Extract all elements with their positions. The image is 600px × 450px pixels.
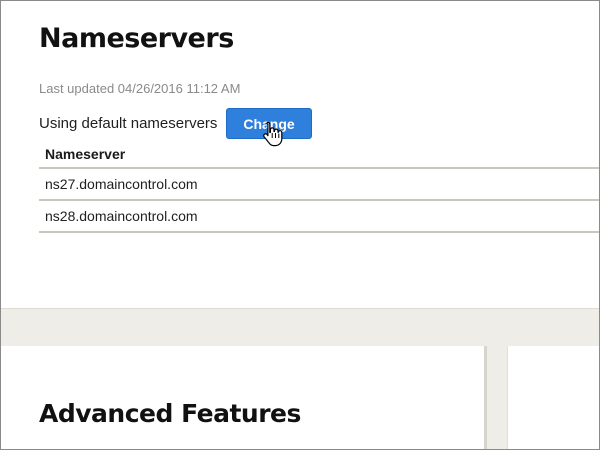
table-row: ns28.domaincontrol.com bbox=[39, 201, 599, 233]
last-updated-text: Last updated 04/26/2016 11:12 AM bbox=[39, 81, 241, 96]
advanced-features-title: Advanced Features bbox=[39, 399, 301, 428]
advanced-features-card bbox=[1, 346, 487, 449]
nameserver-value: ns28.domaincontrol.com bbox=[45, 208, 198, 224]
side-card bbox=[507, 346, 599, 449]
window-frame: Nameservers Last updated 04/26/2016 11:1… bbox=[0, 0, 600, 450]
nameserver-status-text: Using default nameservers bbox=[39, 115, 218, 132]
nameservers-card: Nameservers Last updated 04/26/2016 11:1… bbox=[1, 1, 599, 308]
nameservers-title: Nameservers bbox=[39, 23, 234, 54]
nameserver-column-header: Nameserver bbox=[39, 141, 599, 169]
table-row: ns27.domaincontrol.com bbox=[39, 169, 599, 201]
nameserver-table: Nameserver ns27.domaincontrol.com ns28.d… bbox=[39, 141, 599, 233]
hand-pointer-icon bbox=[263, 121, 283, 147]
nameserver-value: ns27.domaincontrol.com bbox=[45, 176, 198, 192]
